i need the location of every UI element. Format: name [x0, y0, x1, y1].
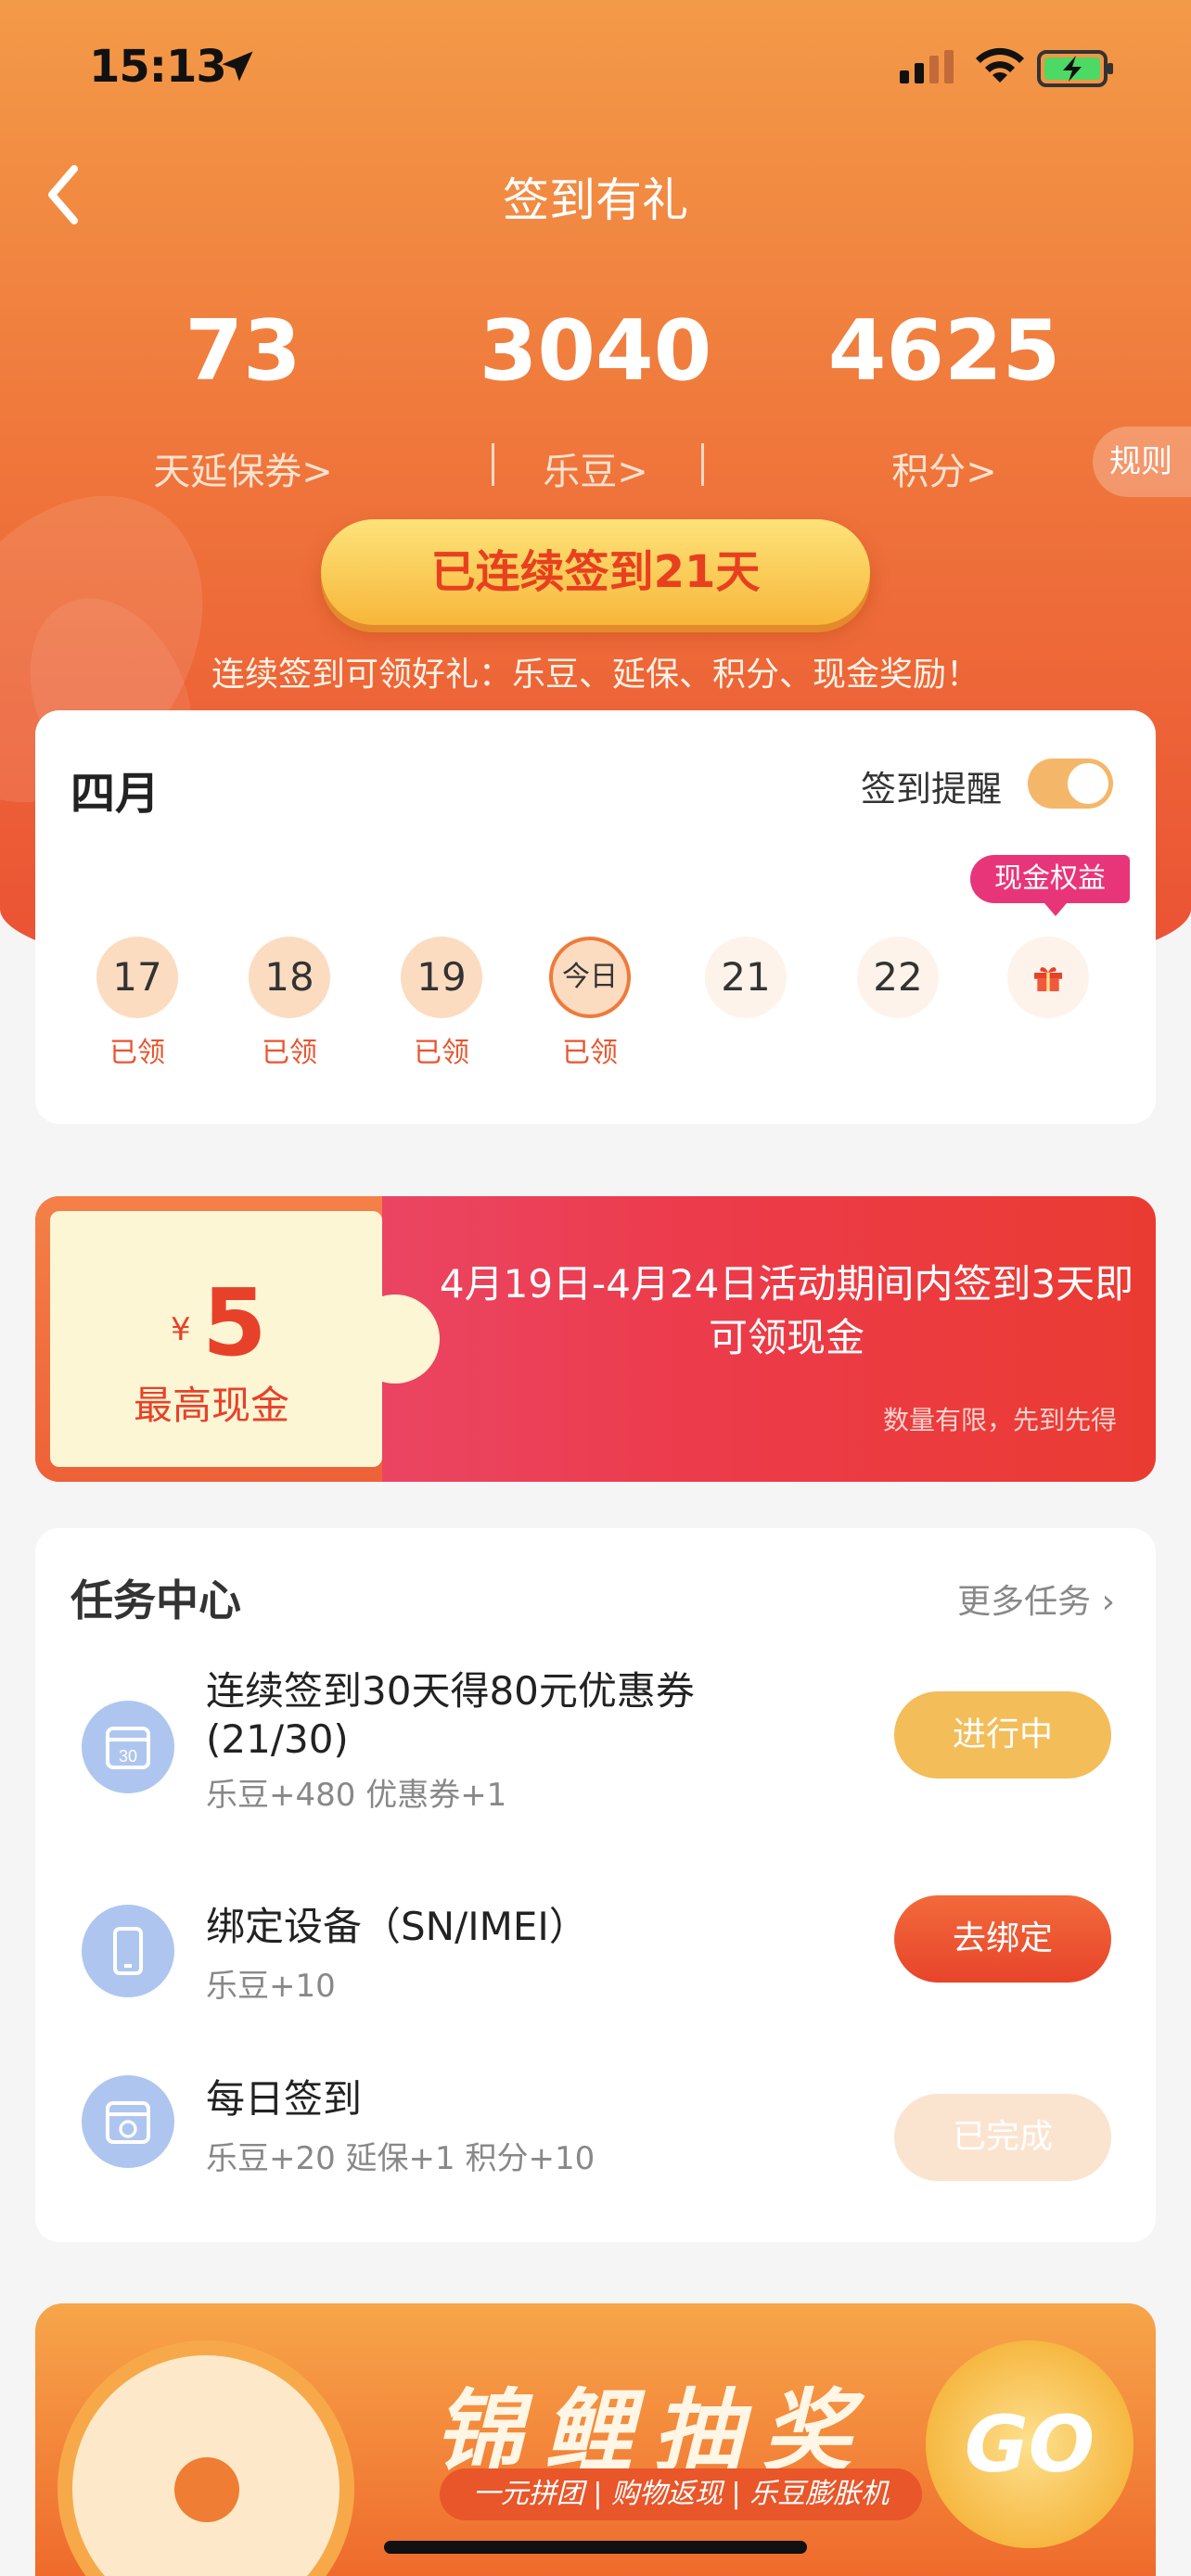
task-name: 绑定设备（SN/IMEI）: [206, 1904, 588, 1949]
calendar-day[interactable]: 19: [401, 937, 482, 1018]
battery-charging-icon: [1037, 50, 1113, 87]
stat-warranty-coupons-label[interactable]: 天延保券>: [76, 441, 410, 495]
location-arrow-icon: [222, 51, 253, 82]
task-completed-button[interactable]: 已完成: [894, 2094, 1111, 2181]
ticket-notch: [351, 1294, 440, 1384]
status-time: 15:13: [89, 41, 227, 93]
page-title: 签到有礼: [503, 173, 688, 227]
streak-badge[interactable]: 已连续签到21天: [321, 519, 870, 625]
calendar-month: 四月: [70, 768, 160, 820]
toggle-knob: [1068, 763, 1108, 804]
calendar-day[interactable]: 22: [857, 937, 939, 1018]
stat-points-value[interactable]: 4625: [777, 302, 1111, 400]
bind-device-button[interactable]: 去绑定: [894, 1895, 1111, 1983]
phone-icon: [82, 1905, 174, 1997]
lottery-subtitle: 一元拼团 | 购物返现 | 乐豆膨胀机: [440, 2468, 922, 2520]
task-name: 连续签到30天得80元优惠券 (21/30): [206, 1668, 695, 1762]
stat-ledou-label[interactable]: 乐豆>: [429, 441, 762, 495]
cash-reward-banner[interactable]: ¥ 5 最高现金 4月19日-4月24日活动期间内签到3天即可领现金 数量有限，…: [35, 1196, 1156, 1482]
cash-amount: 5: [202, 1269, 267, 1377]
cash-banner-description: 4月19日-4月24日活动期间内签到3天即可领现金: [439, 1261, 1134, 1360]
day-status: 已领: [109, 1037, 165, 1069]
calendar-sign-icon: [82, 2075, 174, 2168]
wifi-icon: [976, 47, 1024, 83]
task-reward: 乐豆+10: [206, 1968, 336, 2005]
stat-points-label[interactable]: 积分>: [777, 441, 1111, 495]
day-status: 已领: [262, 1037, 317, 1069]
calendar-day[interactable]: 17: [96, 937, 178, 1018]
more-tasks-link[interactable]: 更多任务 ›: [957, 1575, 1115, 1623]
prize-wheel-icon: [58, 2340, 354, 2576]
streak-hint: 连续签到可领好礼：乐豆、延保、积分、现金奖励！: [211, 656, 980, 694]
calendar-day-today[interactable]: 今日: [549, 937, 631, 1018]
svg-text:30: 30: [119, 1747, 137, 1766]
wheel-hub: [174, 2457, 239, 2522]
lottery-go-button[interactable]: GO: [926, 2340, 1133, 2548]
cash-amount-label: 最高现金: [134, 1383, 290, 1428]
reminder-label: 签到提醒: [861, 769, 1003, 810]
lottery-banner[interactable]: 锦鲤抽奖 一元拼团 | 购物返现 | 乐豆膨胀机 GO: [35, 2303, 1156, 2576]
stat-ledou-value[interactable]: 3040: [429, 302, 762, 400]
calendar-30-icon: 30: [82, 1701, 174, 1793]
home-indicator[interactable]: [384, 2541, 807, 2554]
reminder-toggle[interactable]: [1028, 759, 1113, 809]
day-status: 已领: [414, 1037, 469, 1069]
task-in-progress-button[interactable]: 进行中: [894, 1691, 1111, 1779]
calendar-day[interactable]: 18: [249, 937, 330, 1018]
calendar-card: 四月 签到提醒 现金权益 17 已领 18 已领 19 已领 今日 已领 21 …: [35, 710, 1156, 1124]
status-bar: 15:13: [0, 37, 1191, 102]
calendar-day-gift[interactable]: [1007, 937, 1089, 1018]
task-center-card: 任务中心 更多任务 › 30 连续签到30天得80元优惠券 (21/30) 乐豆…: [35, 1528, 1156, 2242]
stat-warranty-coupons-value[interactable]: 73: [76, 302, 410, 400]
rules-button[interactable]: 规则: [1093, 427, 1191, 497]
cash-benefit-tag: 现金权益: [970, 855, 1130, 916]
currency-symbol: ¥: [171, 1311, 191, 1348]
calendar-day[interactable]: 21: [705, 937, 787, 1018]
cellular-signal-icon: [900, 50, 954, 83]
task-center-title: 任务中心: [70, 1575, 241, 1626]
task-reward: 乐豆+480 优惠券+1: [206, 1777, 507, 1814]
task-reward: 乐豆+20 延保+1 积分+10: [206, 2140, 596, 2177]
gift-icon: [1034, 967, 1062, 991]
task-name: 每日签到: [206, 2076, 363, 2122]
divider: [701, 443, 704, 486]
cash-banner-note: 数量有限，先到先得: [882, 1405, 1117, 1435]
day-status: 已领: [562, 1037, 618, 1069]
